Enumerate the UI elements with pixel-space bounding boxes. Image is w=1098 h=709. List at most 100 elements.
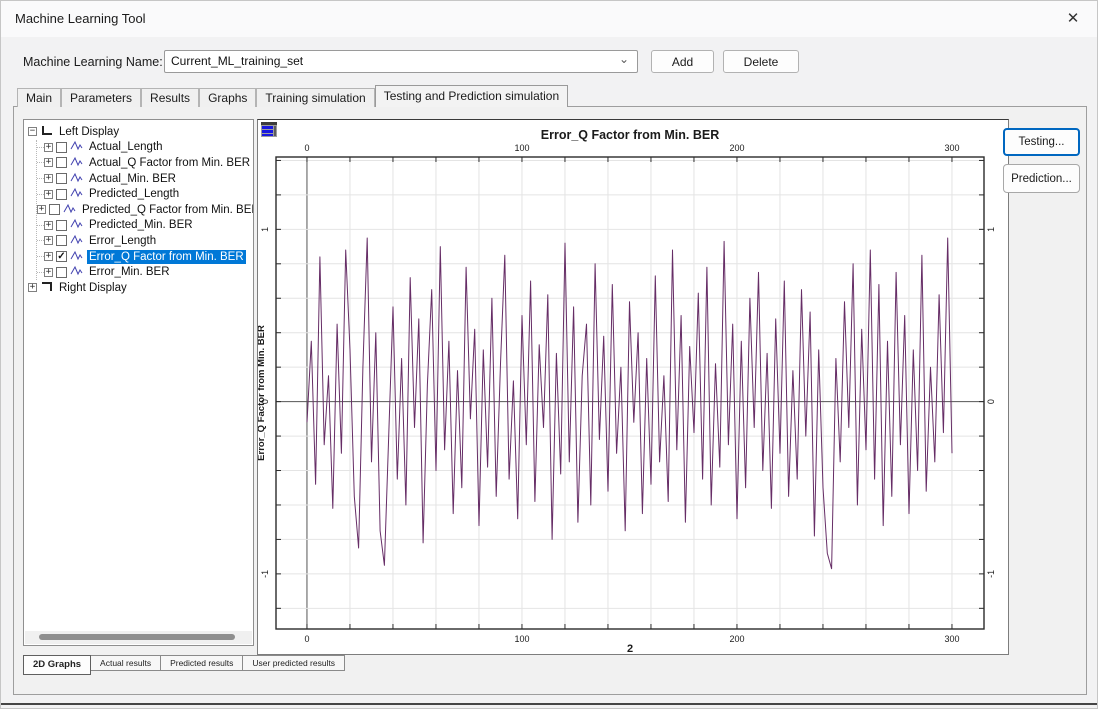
sheet-tab-user-predicted-results[interactable]: User predicted results [243, 655, 345, 671]
machine-learning-tool-window: Machine Learning Tool ✕ Machine Learning… [0, 0, 1098, 709]
waveform-icon [70, 218, 83, 232]
tree-item-predicted-min-ber[interactable]: + Predicted_Min. BER [37, 218, 253, 234]
tab-graphs[interactable]: Graphs [199, 88, 256, 107]
tree-connector [37, 162, 44, 163]
tree-connector [37, 272, 44, 273]
tree-item-label[interactable]: Actual_Q Factor from Min. BER [87, 156, 252, 170]
svg-text:100: 100 [514, 143, 529, 153]
svg-text:2: 2 [627, 643, 633, 655]
close-icon[interactable]: ✕ [1057, 4, 1089, 34]
tab-training-simulation[interactable]: Training simulation [256, 88, 374, 107]
expand-icon[interactable]: + [44, 252, 53, 261]
item-checkbox[interactable] [56, 173, 67, 184]
expand-icon[interactable]: + [44, 174, 53, 183]
results-sheet-tabs: 2D GraphsActual resultsPredicted results… [23, 655, 345, 675]
display-tree-panel: − Left Display + Actual_Length + Actual_Q Fac… [23, 119, 254, 646]
expand-icon[interactable]: + [44, 268, 53, 277]
testing-button[interactable]: Testing... [1003, 128, 1080, 156]
tree-root-left-display[interactable]: − Left Display [28, 124, 253, 140]
tab-parameters[interactable]: Parameters [61, 88, 141, 107]
svg-text:Error_Q Factor from Min. BER: Error_Q Factor from Min. BER [258, 325, 267, 461]
svg-text:300: 300 [944, 143, 959, 153]
svg-text:1: 1 [260, 227, 270, 232]
tree-connector [37, 225, 44, 226]
expand-icon[interactable]: + [44, 143, 53, 152]
expand-icon[interactable]: + [44, 221, 53, 230]
sheet-tab-2d-graphs[interactable]: 2D Graphs [23, 655, 91, 675]
item-checkbox[interactable] [56, 157, 67, 168]
tree-connector [37, 178, 44, 179]
tree-connector [37, 194, 44, 195]
expand-icon[interactable]: + [44, 158, 53, 167]
chevron-down-icon: ⌄ [619, 52, 629, 66]
ml-name-combobox[interactable]: Current_ML_training_set ⌄ [164, 50, 638, 73]
item-checkbox[interactable] [49, 204, 60, 215]
tree-item-predicted-length[interactable]: + Predicted_Length [37, 186, 253, 202]
svg-text:Error_Q Factor from Min. BER: Error_Q Factor from Min. BER [541, 128, 720, 142]
tree-item-label[interactable]: Predicted_Length [87, 187, 181, 201]
error-q-factor-chart[interactable]: 001001002002003003001100-1-1Error_Q Fact… [258, 120, 1009, 655]
item-checkbox[interactable] [56, 220, 67, 231]
ml-name-label: Machine Learning Name: [23, 55, 163, 69]
svg-text:300: 300 [944, 634, 959, 644]
waveform-icon [70, 250, 83, 264]
tree-item-label[interactable]: Predicted_Q Factor from Min. BER [80, 203, 254, 217]
display-tree: − Left Display + Actual_Length + Actual_Q Fac… [24, 120, 253, 296]
collapse-icon[interactable]: − [28, 127, 37, 136]
svg-text:0: 0 [304, 634, 309, 644]
tree-item-label[interactable]: Error_Min. BER [87, 265, 172, 279]
sheet-tab-actual-results[interactable]: Actual results [91, 655, 161, 671]
scrollbar-thumb[interactable] [39, 634, 235, 640]
tree-connector [37, 240, 44, 241]
tree-item-error-q-factor-from-min-ber[interactable]: +✓ Error_Q Factor from Min. BER [37, 249, 253, 265]
right-axis-icon [42, 282, 52, 291]
tabs-row: MainParametersResultsGraphsTraining simu… [17, 85, 568, 107]
tree-item-label[interactable]: Actual_Length [87, 140, 165, 154]
waveform-icon [70, 172, 83, 186]
item-checkbox[interactable]: ✓ [56, 251, 67, 262]
tree-horizontal-scrollbar[interactable] [25, 631, 252, 644]
tree-item-label[interactable]: Error_Q Factor from Min. BER [87, 250, 246, 264]
tree-item-label[interactable]: Predicted_Min. BER [87, 218, 195, 232]
tab-results[interactable]: Results [141, 88, 199, 107]
tree-item-actual-q-factor-from-min-ber[interactable]: + Actual_Q Factor from Min. BER [37, 155, 253, 171]
item-checkbox[interactable] [56, 142, 67, 153]
graph-properties-icon[interactable] [261, 122, 277, 138]
expand-icon[interactable]: + [44, 190, 53, 199]
tree-item-error-length[interactable]: + Error_Length [37, 233, 253, 249]
tree-root-label: Right Display [57, 281, 129, 295]
expand-icon[interactable]: + [37, 205, 46, 214]
tree-item-actual-length[interactable]: + Actual_Length [37, 140, 253, 156]
item-checkbox[interactable] [56, 267, 67, 278]
sheet-tab-predicted-results[interactable]: Predicted results [161, 655, 243, 671]
tree-root-label: Left Display [57, 125, 121, 139]
waveform-icon [70, 265, 83, 279]
tree-item-error-min-ber[interactable]: + Error_Min. BER [37, 264, 253, 280]
left-axis-icon [42, 126, 52, 135]
tree-item-predicted-q-factor-from-min-ber[interactable]: + Predicted_Q Factor from Min. BER [37, 202, 253, 218]
window-title: Machine Learning Tool [15, 11, 146, 26]
expand-icon[interactable]: + [28, 283, 37, 292]
add-button[interactable]: Add [651, 50, 714, 73]
tab-main[interactable]: Main [17, 88, 61, 107]
expand-icon[interactable]: + [44, 236, 53, 245]
ml-name-value: Current_ML_training_set [171, 54, 303, 68]
tree-item-actual-min-ber[interactable]: + Actual_Min. BER [37, 171, 253, 187]
tree-item-label[interactable]: Error_Length [87, 234, 158, 248]
svg-text:-1: -1 [260, 570, 270, 578]
item-checkbox[interactable] [56, 235, 67, 246]
window-bottom-edge [1, 703, 1097, 705]
waveform-icon [63, 203, 76, 217]
waveform-icon [70, 187, 83, 201]
delete-button[interactable]: Delete [723, 50, 799, 73]
tree-root-right-display[interactable]: + Right Display [28, 280, 253, 296]
tree-connector [37, 147, 44, 148]
tab-testing-and-prediction-simulation[interactable]: Testing and Prediction simulation [375, 85, 568, 107]
svg-text:-1: -1 [986, 570, 996, 578]
item-checkbox[interactable] [56, 189, 67, 200]
tree-item-label[interactable]: Actual_Min. BER [87, 172, 178, 186]
svg-text:0: 0 [986, 399, 996, 404]
prediction-button[interactable]: Prediction... [1003, 164, 1080, 193]
titlebar: Machine Learning Tool ✕ [1, 1, 1097, 37]
svg-text:0: 0 [304, 143, 309, 153]
